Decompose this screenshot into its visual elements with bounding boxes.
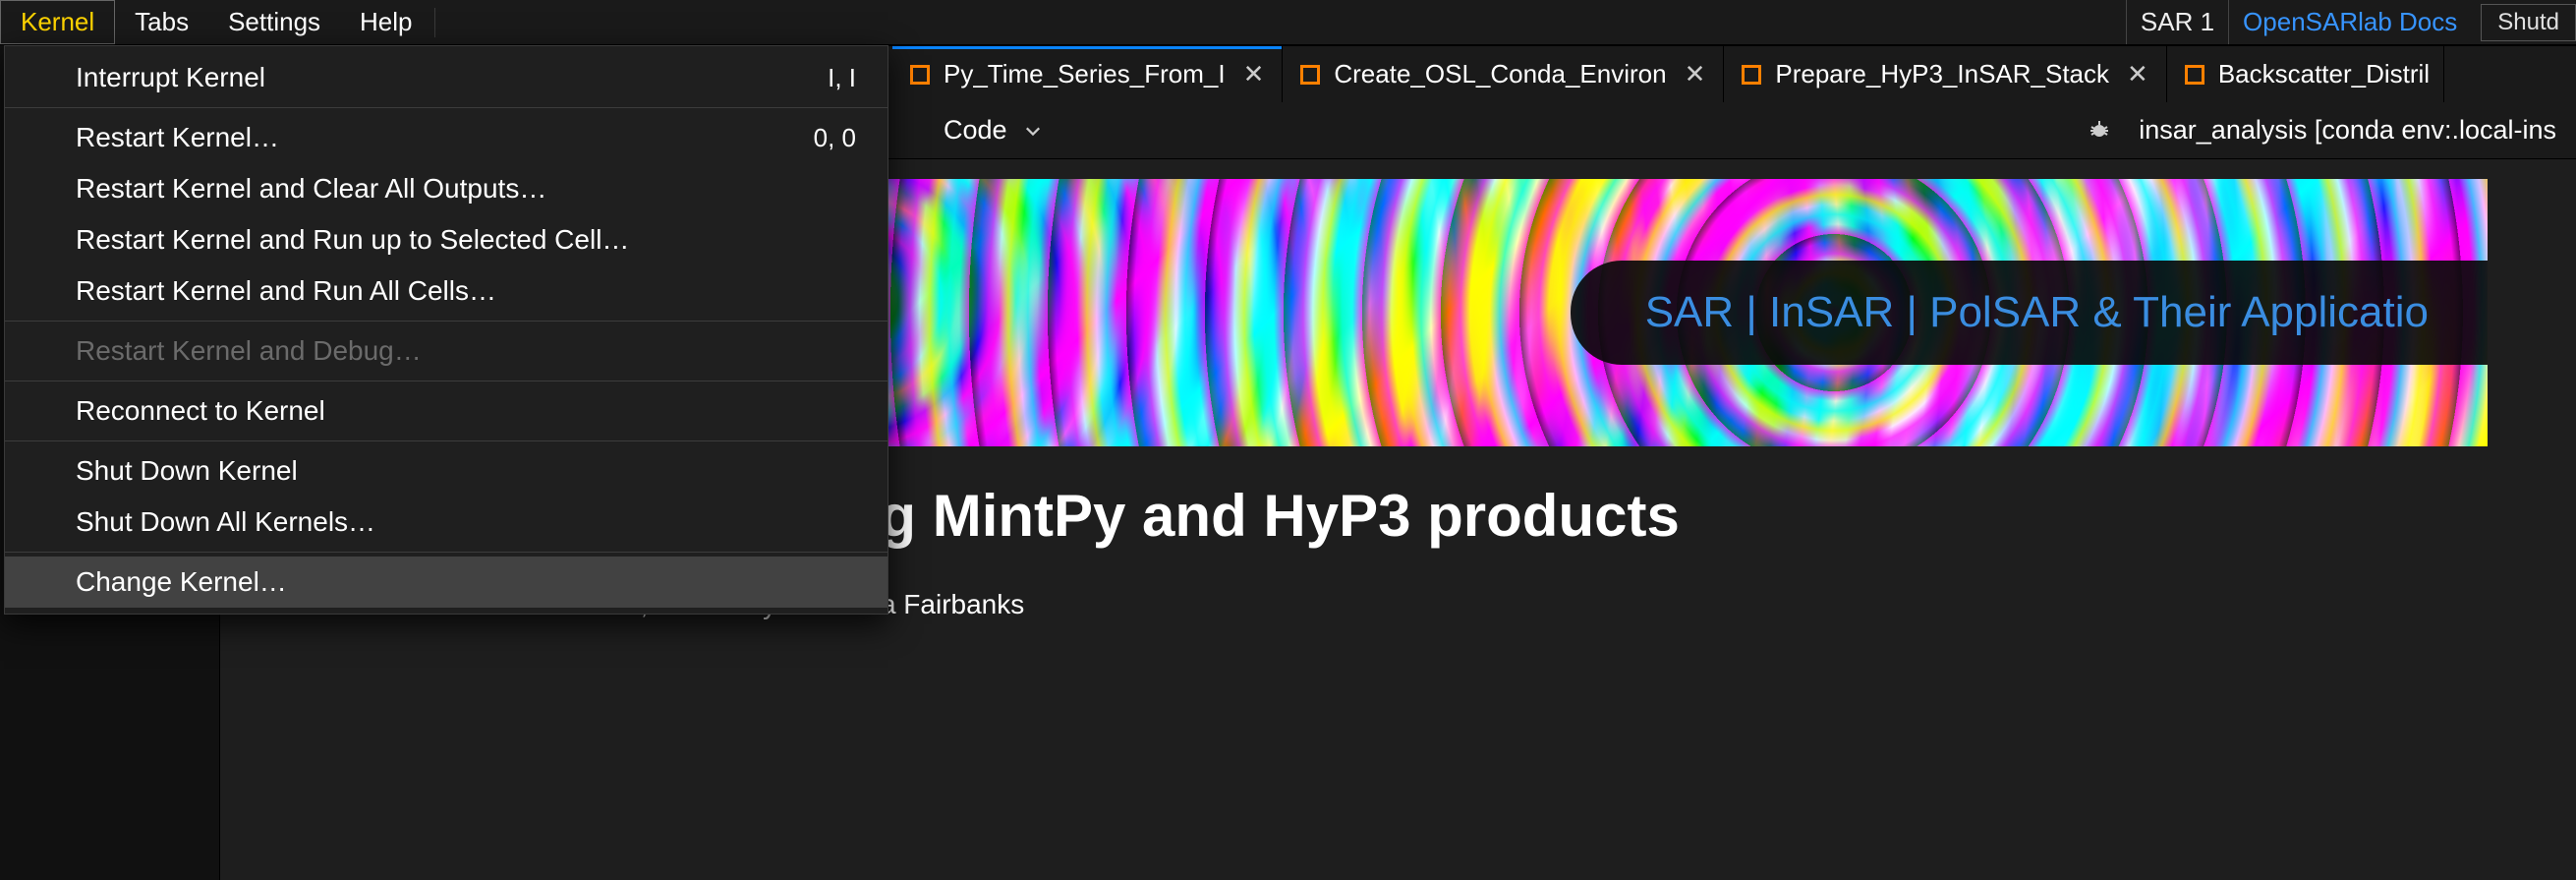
menu-reconnect-kernel[interactable]: Reconnect to Kernel xyxy=(5,385,887,437)
menu-item-label: Interrupt Kernel xyxy=(76,62,265,93)
tab-label: Create_OSL_Conda_Environ xyxy=(1334,59,1666,89)
menu-item-label: Shut Down All Kernels… xyxy=(76,506,375,538)
notebook-icon xyxy=(1300,65,1320,85)
menu-item-label: Shut Down Kernel xyxy=(76,455,298,487)
menu-restart-kernel[interactable]: Restart Kernel… 0, 0 xyxy=(5,112,887,163)
celltype-label: Code xyxy=(944,115,1007,146)
menu-bar: Kernel Tabs Settings Help SAR 1 OpenSARl… xyxy=(0,0,2576,45)
menu-tabs[interactable]: Tabs xyxy=(115,0,208,44)
kernel-name[interactable]: insar_analysis [conda env:.local-ins xyxy=(2139,115,2576,146)
docs-link[interactable]: OpenSARlab Docs xyxy=(2228,0,2471,44)
menu-kernel[interactable]: Kernel xyxy=(0,0,115,44)
chevron-down-icon xyxy=(1025,123,1041,139)
close-icon[interactable]: ✕ xyxy=(1239,59,1269,89)
menu-item-shortcut: I, I xyxy=(828,63,856,93)
tab-label: Py_Time_Series_From_I xyxy=(944,59,1226,89)
menu-restart-run-all[interactable]: Restart Kernel and Run All Cells… xyxy=(5,265,887,317)
notebook-icon xyxy=(2185,65,2204,85)
menu-shutdown-all-kernels[interactable]: Shut Down All Kernels… xyxy=(5,497,887,548)
tab-prepare-hyp3[interactable]: Prepare_HyP3_InSAR_Stack ✕ xyxy=(1724,46,2166,102)
menu-restart-run-selected[interactable]: Restart Kernel and Run up to Selected Ce… xyxy=(5,214,887,265)
menu-separator xyxy=(5,440,887,441)
menu-separator xyxy=(5,321,887,322)
tab-backscatter[interactable]: Backscatter_Distril xyxy=(2167,46,2444,102)
shutdown-button[interactable]: Shutd xyxy=(2481,4,2576,41)
menu-item-label: Change Kernel… xyxy=(76,566,287,598)
menu-divider xyxy=(434,8,435,37)
notebook-icon xyxy=(1742,65,1761,85)
menu-item-label: Reconnect to Kernel xyxy=(76,395,325,427)
profile-label[interactable]: SAR 1 xyxy=(2126,0,2228,44)
menu-separator xyxy=(5,107,887,108)
menu-settings[interactable]: Settings xyxy=(208,0,340,44)
menu-item-label: Restart Kernel and Run All Cells… xyxy=(76,275,496,307)
menu-interrupt-kernel[interactable]: Interrupt Kernel I, I xyxy=(5,52,887,103)
menu-item-label: Restart Kernel and Clear All Outputs… xyxy=(76,173,546,205)
menu-item-label: Restart Kernel… xyxy=(76,122,279,153)
menu-change-kernel[interactable]: Change Kernel… xyxy=(5,557,887,608)
tab-time-series[interactable]: Py_Time_Series_From_I ✕ xyxy=(892,46,1283,102)
menu-right: SAR 1 OpenSARlab Docs Shutd xyxy=(2126,0,2576,44)
celltype-select[interactable]: Code xyxy=(932,109,1053,151)
menu-item-label: Restart Kernel and Debug… xyxy=(76,335,422,367)
menu-item-shortcut: 0, 0 xyxy=(814,123,856,153)
banner-text: SAR | InSAR | PolSAR & Their Applicatio xyxy=(1571,261,2488,365)
tab-create-conda[interactable]: Create_OSL_Conda_Environ ✕ xyxy=(1283,46,1724,102)
bug-icon[interactable] xyxy=(2088,119,2111,143)
menu-help[interactable]: Help xyxy=(340,0,431,44)
kernel-dropdown: Interrupt Kernel I, I Restart Kernel… 0,… xyxy=(4,45,888,615)
menu-restart-debug: Restart Kernel and Debug… xyxy=(5,325,887,377)
menu-restart-clear[interactable]: Restart Kernel and Clear All Outputs… xyxy=(5,163,887,214)
tab-label: Prepare_HyP3_InSAR_Stack xyxy=(1775,59,2109,89)
menu-separator xyxy=(5,552,887,553)
notebook-icon xyxy=(910,65,930,85)
tab-label: Backscatter_Distril xyxy=(2218,59,2430,89)
menu-item-label: Restart Kernel and Run up to Selected Ce… xyxy=(76,224,629,256)
close-icon[interactable]: ✕ xyxy=(1681,59,1710,89)
close-icon[interactable]: ✕ xyxy=(2123,59,2152,89)
menu-shutdown-kernel[interactable]: Shut Down Kernel xyxy=(5,445,887,497)
